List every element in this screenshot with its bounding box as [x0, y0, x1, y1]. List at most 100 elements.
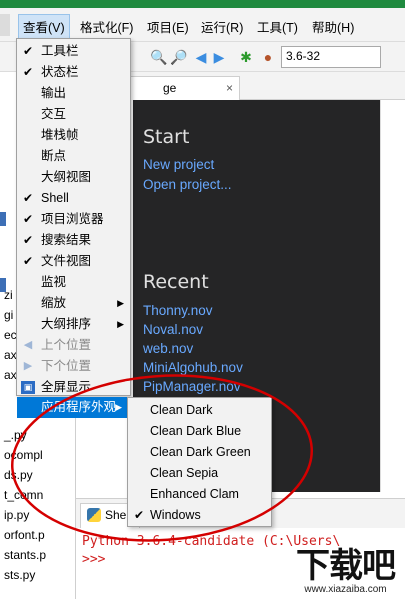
- menu-item-label: Clean Dark: [150, 403, 213, 417]
- zoom-in-icon[interactable]: 🔍: [150, 49, 167, 65]
- file-item[interactable]: ax: [4, 348, 17, 362]
- check-icon: ✔: [23, 233, 34, 247]
- view-menu-item-outline[interactable]: 大纲视图: [17, 167, 130, 188]
- menu-item-label: 全屏显示: [41, 380, 92, 394]
- view-menu-item-prev-location[interactable]: ◀ 上个位置: [17, 335, 130, 356]
- menu-item-label: 搜索结果: [41, 233, 92, 247]
- file-item[interactable]: ec: [4, 328, 17, 342]
- recent-link[interactable]: PipManager.nov: [143, 379, 241, 394]
- view-menu-item-file-view[interactable]: ✔ 文件视图: [17, 251, 130, 272]
- recent-link[interactable]: Thonny.nov: [143, 303, 213, 318]
- view-menu-item-toolbar[interactable]: ✔ 工具栏: [17, 41, 130, 62]
- file-item[interactable]: ocompl: [4, 448, 43, 462]
- theme-clean-dark-green[interactable]: Clean Dark Green: [128, 442, 271, 463]
- version-select[interactable]: 3.6-32: [281, 46, 381, 68]
- recent-link[interactable]: MiniAlgohub.nov: [143, 360, 243, 375]
- view-menu-dropdown: ✔ 工具栏 ✔ 状态栏 输出 交互 堆栈帧 断点 大纲视图 ✔ Shell ✔ 项目浏览…: [16, 38, 131, 396]
- view-menu-item-fullscreen[interactable]: ▣ 全屏显示: [17, 377, 130, 398]
- menu-item-label: Windows: [150, 508, 201, 522]
- file-item[interactable]: _.py: [4, 428, 27, 442]
- theme-enhanced-clam[interactable]: Enhanced Clam: [128, 484, 271, 505]
- python-icon: [87, 508, 101, 522]
- view-menu-item-zoom[interactable]: 缩放 ▶: [17, 293, 130, 314]
- menu-item-label: 状态栏: [41, 65, 79, 79]
- shell-tab-label: Shel: [105, 508, 130, 522]
- theme-windows[interactable]: ✔ Windows: [128, 505, 271, 526]
- menu-item-label: Clean Dark Blue: [150, 424, 242, 438]
- view-menu-item-watch[interactable]: 监视: [17, 272, 130, 293]
- check-icon: ✔: [23, 65, 34, 79]
- file-item[interactable]: zi: [4, 288, 13, 302]
- file-item[interactable]: ds.py: [4, 468, 33, 482]
- view-menu-item-stack[interactable]: 堆栈帧: [17, 125, 130, 146]
- menu-item-label: 输出: [41, 86, 67, 100]
- shell-prompt: >>>: [82, 552, 106, 567]
- menu-item-label: 缩放: [41, 296, 67, 310]
- file-item[interactable]: t_comn: [4, 488, 43, 502]
- theme-clean-dark[interactable]: Clean Dark: [128, 400, 271, 421]
- arrow-left-icon[interactable]: ◀: [193, 49, 209, 65]
- fullscreen-icon: ▣: [21, 381, 35, 394]
- selection-marker: [0, 212, 6, 226]
- menubar-fragment: [0, 14, 10, 36]
- check-icon: ✔: [134, 508, 145, 522]
- stop-bug-icon[interactable]: ●: [260, 49, 276, 65]
- view-menu-item-interact[interactable]: 交互: [17, 104, 130, 125]
- close-icon[interactable]: ×: [226, 81, 233, 95]
- view-menu-item-breakpoints[interactable]: 断点: [17, 146, 130, 167]
- menu-format[interactable]: 格式化(F): [80, 17, 133, 36]
- file-item[interactable]: ax: [4, 368, 17, 382]
- view-menu-item-next-location[interactable]: ▶ 下个位置: [17, 356, 130, 377]
- menu-item-label: Enhanced Clam: [150, 487, 239, 501]
- zoom-out-icon[interactable]: 🔎: [170, 49, 187, 65]
- new-project-link[interactable]: New project: [143, 157, 214, 172]
- menu-view[interactable]: 查看(V): [18, 14, 70, 39]
- check-icon: ✔: [23, 191, 34, 205]
- submenu-arrow-icon: ▶: [117, 298, 124, 308]
- menu-project[interactable]: 项目(E): [147, 17, 189, 36]
- menu-item-label: 应用程序外观: [41, 400, 117, 414]
- file-item[interactable]: gi: [4, 308, 13, 322]
- menu-item-label: 堆栈帧: [41, 128, 79, 142]
- menu-item-label: 上个位置: [41, 338, 92, 352]
- title-strip: [0, 0, 405, 8]
- view-menu-item-search-results[interactable]: ✔ 搜索结果: [17, 230, 130, 251]
- menu-run[interactable]: 运行(R): [201, 17, 243, 36]
- view-menu-item-shell[interactable]: ✔ Shell: [17, 188, 130, 209]
- check-icon: ✔: [23, 254, 34, 268]
- debug-bug-icon[interactable]: ✱: [238, 49, 254, 65]
- watermark-url: www.xiazaiba.com: [304, 584, 387, 595]
- menu-tools[interactable]: 工具(T): [257, 17, 298, 36]
- menu-item-label: 大纲排序: [41, 317, 92, 331]
- view-menu-item-output[interactable]: 输出: [17, 83, 130, 104]
- menu-item-label: 大纲视图: [41, 170, 92, 184]
- watermark-title: 下载吧: [296, 546, 396, 586]
- menu-item-label: Clean Dark Green: [150, 445, 251, 459]
- file-item[interactable]: ip.py: [4, 508, 29, 522]
- menu-item-label: Clean Sepia: [150, 466, 219, 480]
- vertical-scrollbar[interactable]: [380, 100, 405, 492]
- recent-link[interactable]: web.nov: [143, 341, 193, 356]
- check-icon: ✔: [23, 212, 34, 226]
- view-menu-item-project-browser[interactable]: ✔ 项目浏览器: [17, 209, 130, 230]
- editor-tab-label: ge: [163, 81, 177, 95]
- file-item[interactable]: orfont.p: [4, 528, 45, 542]
- recent-link[interactable]: Noval.nov: [143, 322, 203, 337]
- menu-item-label: Shell: [41, 191, 69, 205]
- arrow-right-icon[interactable]: ▶: [211, 49, 227, 65]
- view-menu-item-appearance[interactable]: 应用程序外观 ▶: [17, 397, 128, 418]
- view-menu-item-outline-sort[interactable]: 大纲排序 ▶: [17, 314, 130, 335]
- theme-clean-sepia[interactable]: Clean Sepia: [128, 463, 271, 484]
- view-menu-item-statusbar[interactable]: ✔ 状态栏: [17, 62, 130, 83]
- forward-arrow-icon: ▶: [23, 360, 33, 372]
- submenu-arrow-icon: ▶: [117, 319, 124, 329]
- menu-help[interactable]: 帮助(H): [312, 17, 354, 36]
- start-heading: Start: [143, 126, 190, 148]
- file-item[interactable]: sts.py: [4, 568, 35, 582]
- menubar: 查看(V) 格式化(F) 项目(E) 运行(R) 工具(T) 帮助(H): [0, 8, 405, 42]
- open-project-link[interactable]: Open project...: [143, 177, 232, 192]
- theme-clean-dark-blue[interactable]: Clean Dark Blue: [128, 421, 271, 442]
- appearance-submenu: Clean Dark Clean Dark Blue Clean Dark Gr…: [127, 397, 272, 527]
- editor-tab[interactable]: ge ×: [116, 76, 240, 100]
- file-item[interactable]: stants.p: [4, 548, 46, 562]
